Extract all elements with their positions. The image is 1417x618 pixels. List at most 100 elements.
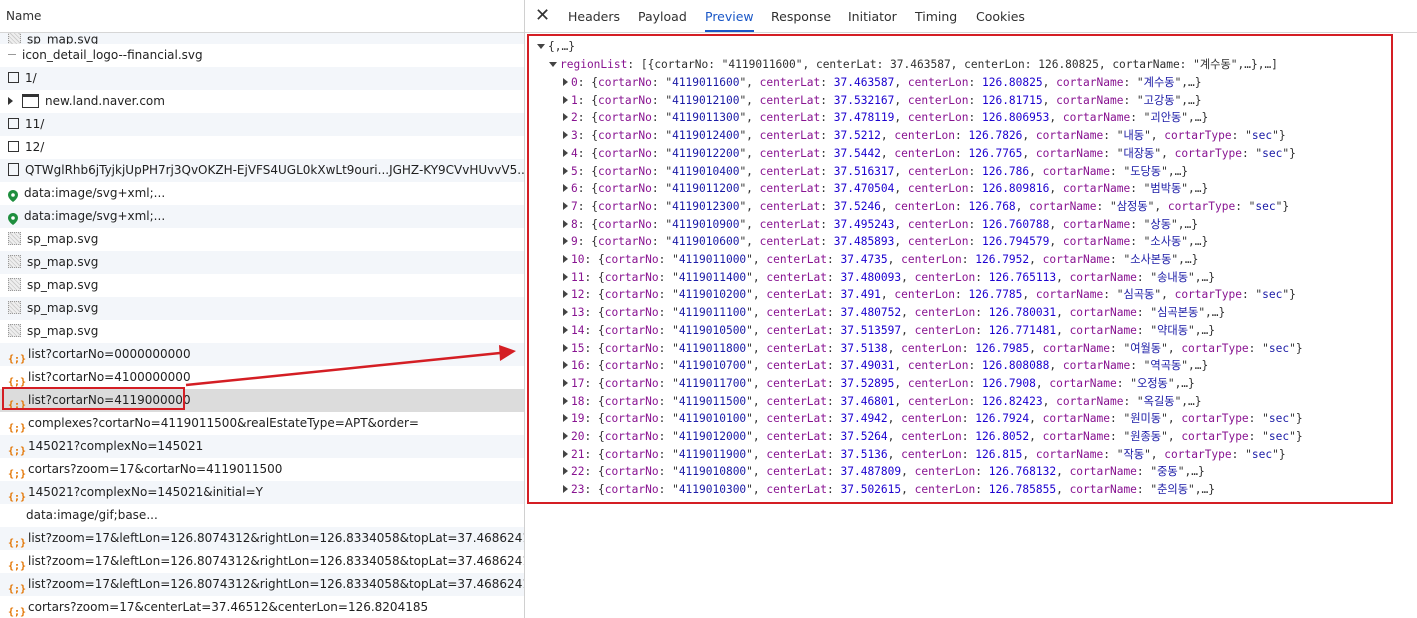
expand-triangle-icon[interactable]: [563, 290, 568, 299]
json-region-item[interactable]: 15: {cortarNo: "4119011800", centerLat: …: [563, 340, 1303, 357]
json-region-item[interactable]: 17: {cortarNo: "4119011700", centerLat: …: [563, 375, 1195, 392]
expand-triangle-icon[interactable]: [563, 184, 568, 193]
json-region-item[interactable]: 14: {cortarNo: "4119010500", centerLat: …: [563, 322, 1215, 339]
json-text: ",…}: [1181, 359, 1209, 373]
request-row[interactable]: {;} 145021?complexNo=145021&initial=Y: [0, 481, 524, 504]
request-row[interactable]: sp_map.svg: [0, 297, 524, 320]
json-region-item[interactable]: 7: {cortarNo: "4119012300", centerLat: 3…: [563, 198, 1289, 215]
request-row[interactable]: 12/: [0, 136, 524, 159]
request-row[interactable]: sp_map.svg: [0, 33, 524, 44]
request-row[interactable]: QTWglRhb6jTyjkjUpPH7rj3QvOKZH-EjVFS4UGL0…: [0, 159, 524, 182]
expand-triangle-icon[interactable]: [563, 148, 568, 157]
request-row[interactable]: data:image/svg+xml;...: [0, 205, 524, 228]
json-region-item[interactable]: 9: {cortarNo: "4119010600", centerLat: 3…: [563, 233, 1208, 250]
collapse-triangle-icon[interactable]: [537, 43, 545, 49]
expand-triangle-icon[interactable]: [563, 343, 568, 352]
expand-triangle-icon[interactable]: [563, 131, 568, 140]
json-region-item[interactable]: 13: {cortarNo: "4119011100", centerLat: …: [563, 304, 1225, 321]
request-row[interactable]: icon_detail_logo--financial.svg: [0, 44, 524, 67]
request-row[interactable]: {;} list?zoom=17&leftLon=126.8074312&righ…: [0, 573, 524, 596]
request-row[interactable]: data:image/svg+xml;...: [0, 182, 524, 205]
request-row[interactable]: {;} complexes?cortarNo=4119011500&realEst…: [0, 412, 524, 435]
json-text: cortarType: [1164, 129, 1232, 143]
expand-triangle-icon[interactable]: [563, 361, 568, 370]
json-region-item[interactable]: 23: {cortarNo: "4119010300", centerLat: …: [563, 481, 1215, 498]
json-region-item[interactable]: 6: {cortarNo: "4119011200", centerLat: 3…: [563, 180, 1208, 197]
tab-headers[interactable]: Headers: [568, 0, 620, 32]
expand-triangle-icon[interactable]: [563, 95, 568, 104]
tab-response[interactable]: Response: [771, 0, 831, 32]
json-text: cortarType: [1164, 447, 1232, 461]
json-text: centerLon: [894, 146, 956, 160]
json-region-item[interactable]: 11: {cortarNo: "4119011400", centerLat: …: [563, 269, 1215, 286]
json-region-item[interactable]: 10: {cortarNo: "4119011000", centerLat: …: [563, 251, 1198, 268]
json-region-item[interactable]: 21: {cortarNo: "4119011900", centerLat: …: [563, 446, 1286, 463]
expand-triangle-icon[interactable]: [563, 378, 568, 387]
json-region-item[interactable]: 22: {cortarNo: "4119010800", centerLat: …: [563, 463, 1205, 480]
json-text: : ": [651, 164, 673, 178]
request-row[interactable]: {;} cortars?zoom=17&cortarNo=4119011500: [0, 458, 524, 481]
collapse-triangle-icon[interactable]: [549, 61, 557, 67]
request-row[interactable]: data:image/gif;base...: [0, 504, 524, 527]
close-icon[interactable]: ✕: [535, 5, 550, 26]
json-region-item[interactable]: 1: {cortarNo: "4119012100", centerLat: 3…: [563, 92, 1202, 109]
name-column-header[interactable]: Name: [0, 0, 524, 33]
request-row[interactable]: sp_map.svg: [0, 251, 524, 274]
json-text: : ": [651, 111, 673, 125]
json-region-item[interactable]: 3: {cortarNo: "4119012400", centerLat: 3…: [563, 127, 1286, 144]
request-row[interactable]: {;} list?zoom=17&leftLon=126.8074312&righ…: [0, 527, 524, 550]
expand-triangle-icon[interactable]: [563, 78, 568, 86]
expand-caret-icon[interactable]: [8, 96, 13, 105]
expand-triangle-icon[interactable]: [563, 201, 568, 210]
expand-triangle-icon[interactable]: [563, 432, 568, 440]
expand-triangle-icon[interactable]: [563, 113, 568, 122]
expand-triangle-icon[interactable]: [563, 396, 568, 405]
request-row[interactable]: new.land.naver.com: [0, 90, 524, 113]
json-region-item[interactable]: 20: {cortarNo: "4119012000", centerLat: …: [563, 428, 1303, 445]
request-row[interactable]: {;} 145021?complexNo=145021: [0, 435, 524, 458]
json-region-list[interactable]: regionList: [{cortarNo: "4119011600", ce…: [549, 56, 1278, 73]
request-row[interactable]: {;} list?cortarNo=4119000000: [0, 389, 524, 412]
json-text: : {: [577, 199, 598, 213]
expand-triangle-icon[interactable]: [563, 219, 568, 228]
json-icon: {;}: [8, 537, 27, 549]
request-row[interactable]: 11/: [0, 113, 524, 136]
expand-triangle-icon[interactable]: [563, 414, 568, 423]
tab-cookies[interactable]: Cookies: [976, 0, 1025, 32]
json-text: :: [820, 129, 834, 143]
tab-preview[interactable]: Preview: [705, 0, 754, 32]
json-region-item[interactable]: 8: {cortarNo: "4119010900", centerLat: 3…: [563, 216, 1198, 233]
json-root[interactable]: {,…}: [537, 38, 575, 55]
request-row[interactable]: {;} cortars?zoom=17&centerLat=37.46512&ce…: [0, 596, 524, 618]
json-region-item[interactable]: 18: {cortarNo: "4119011500", centerLat: …: [563, 393, 1202, 410]
expand-triangle-icon[interactable]: [563, 449, 568, 458]
tab-payload[interactable]: Payload: [638, 0, 687, 32]
expand-triangle-icon[interactable]: [563, 308, 568, 317]
expand-triangle-icon[interactable]: [563, 255, 568, 263]
json-region-item[interactable]: 4: {cortarNo: "4119012200", centerLat: 3…: [563, 145, 1296, 162]
expand-triangle-icon[interactable]: [563, 166, 568, 175]
json-region-item[interactable]: 2: {cortarNo: "4119011300", centerLat: 3…: [563, 109, 1208, 126]
json-text: ",: [739, 199, 760, 213]
expand-triangle-icon[interactable]: [563, 237, 568, 246]
expand-triangle-icon[interactable]: [563, 272, 568, 281]
expand-triangle-icon[interactable]: [563, 467, 568, 476]
request-row[interactable]: {;} list?cortarNo=0000000000: [0, 343, 524, 366]
request-row[interactable]: 1/: [0, 67, 524, 90]
json-region-item[interactable]: 19: {cortarNo: "4119010100", centerLat: …: [563, 410, 1303, 427]
tab-initiator[interactable]: Initiator: [848, 0, 897, 32]
expand-triangle-icon[interactable]: [563, 485, 568, 494]
json-region-item[interactable]: 12: {cortarNo: "4119010200", centerLat: …: [563, 286, 1296, 303]
request-row[interactable]: sp_map.svg: [0, 320, 524, 343]
tab-timing[interactable]: Timing: [915, 0, 957, 32]
json-region-item[interactable]: 16: {cortarNo: "4119010700", centerLat: …: [563, 357, 1208, 374]
expand-triangle-icon[interactable]: [563, 325, 568, 334]
json-region-item[interactable]: 5: {cortarNo: "4119010400", centerLat: 3…: [563, 163, 1188, 180]
request-row[interactable]: sp_map.svg: [0, 228, 524, 251]
request-row[interactable]: sp_map.svg: [0, 274, 524, 297]
request-row[interactable]: {;} list?zoom=17&leftLon=126.8074312&righ…: [0, 550, 524, 573]
request-row[interactable]: {;} list?cortarNo=4100000000: [0, 366, 524, 389]
json-number: 37.513597: [840, 323, 902, 337]
json-region-item[interactable]: 0: {cortarNo: "4119011600", centerLat: 3…: [563, 74, 1202, 91]
json-number: 126.809816: [981, 182, 1050, 196]
